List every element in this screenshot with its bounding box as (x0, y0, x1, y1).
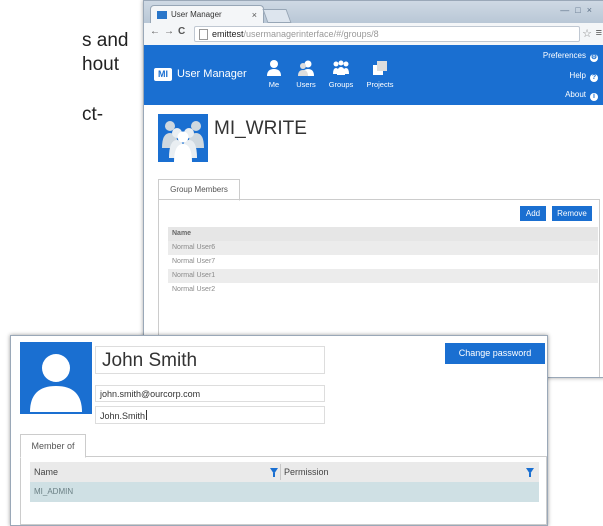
tab-close-icon[interactable]: × (252, 6, 257, 24)
back-icon[interactable]: ← (150, 26, 160, 37)
bookmark-star-icon[interactable]: ☆ (582, 27, 592, 40)
nav-groups-label: Groups (328, 80, 354, 89)
background-text-2: hout (82, 54, 119, 75)
address-bar: ← → C emittest/usermanagerinterface/#/gr… (144, 23, 603, 46)
table-row[interactable]: Normal User7 (168, 255, 598, 269)
login-field[interactable]: John.Smith (95, 406, 325, 424)
about-link[interactable]: About i (565, 90, 598, 101)
background-text-3: ct- (82, 104, 104, 125)
table-row[interactable]: Normal User2 (168, 283, 598, 297)
column-header-permission[interactable]: Permission (284, 462, 329, 482)
new-tab-button[interactable] (262, 9, 292, 23)
column-header-name[interactable]: Name (34, 462, 58, 482)
group-avatar (158, 114, 208, 162)
reload-icon[interactable]: C (178, 26, 185, 37)
url-path: /usermanagerinterface/#/groups/8 (243, 29, 379, 39)
url-host: emittest (212, 29, 244, 39)
projects-icon (373, 61, 387, 75)
app-name: User Manager (177, 68, 247, 80)
favicon-icon (157, 11, 167, 19)
url-input[interactable]: emittest/usermanagerinterface/#/groups/8 (194, 26, 580, 42)
browser-tab[interactable]: User Manager × (150, 5, 264, 24)
nav-users-label: Users (296, 80, 316, 89)
nav-groups[interactable]: Groups (319, 59, 363, 89)
tab-group-members[interactable]: Group Members (158, 179, 240, 201)
group-members-table: Name Normal User6 Normal User7 Normal Us… (168, 227, 598, 297)
preferences-link[interactable]: Preferences ⚙ (543, 51, 598, 62)
remove-member-button[interactable]: Remove (552, 206, 592, 221)
email-field[interactable]: john.smith@ourcorp.com (95, 385, 325, 402)
users-icon (298, 60, 314, 76)
group-people-icon (162, 121, 204, 162)
add-member-button[interactable]: Add (520, 206, 546, 221)
member-of-table-header: Name Permission (30, 462, 539, 482)
person-icon (267, 60, 281, 76)
row-name: MI_ADMIN (34, 487, 74, 496)
help-link[interactable]: Help? (570, 71, 598, 82)
menu-icon[interactable]: ≡ (596, 27, 602, 39)
help-label: Help (569, 71, 586, 80)
login-value: John.Smith (100, 411, 146, 421)
nav-projects-label: Projects (366, 80, 394, 89)
background-text-1: s and (82, 30, 129, 51)
app-header: MI User Manager Me Users Groups Projects… (144, 45, 603, 105)
table-row[interactable]: MI_ADMIN (30, 482, 539, 502)
browser-titlebar: User Manager × ―□× (144, 1, 603, 24)
nav-projects[interactable]: Projects (358, 59, 402, 89)
group-name: MI_WRITE (214, 118, 307, 139)
app-logo: MI (154, 68, 172, 81)
gear-icon: ⚙ (590, 54, 598, 62)
groups-icon (333, 60, 349, 75)
table-row[interactable]: Normal User1 (168, 269, 598, 283)
filter-name-icon[interactable] (270, 468, 278, 477)
tab-title: User Manager (171, 10, 222, 19)
change-password-button[interactable]: Change password (445, 343, 545, 364)
user-profile-card: John Smith john.smith@ourcorp.com John.S… (10, 335, 548, 526)
info-icon: i (590, 93, 598, 101)
user-name-field[interactable]: John Smith (95, 346, 325, 374)
text-caret (146, 410, 148, 420)
user-avatar (20, 342, 92, 414)
page-icon (199, 29, 208, 40)
user-silhouette-icon (30, 354, 82, 412)
filter-permission-icon[interactable] (526, 468, 534, 477)
forward-icon[interactable]: → (164, 26, 174, 37)
window-controls[interactable]: ―□× (560, 5, 598, 15)
browser-window: User Manager × ―□× ← → C emittest/userma… (143, 0, 603, 378)
about-label: About (565, 90, 586, 99)
table-header-name[interactable]: Name (168, 227, 598, 241)
nav-me-label: Me (268, 80, 280, 89)
column-divider (280, 464, 281, 480)
preferences-label: Preferences (542, 51, 586, 60)
tab-member-of[interactable]: Member of (20, 434, 86, 458)
help-icon: ? (590, 74, 598, 82)
table-row[interactable]: Normal User6 (168, 241, 598, 255)
